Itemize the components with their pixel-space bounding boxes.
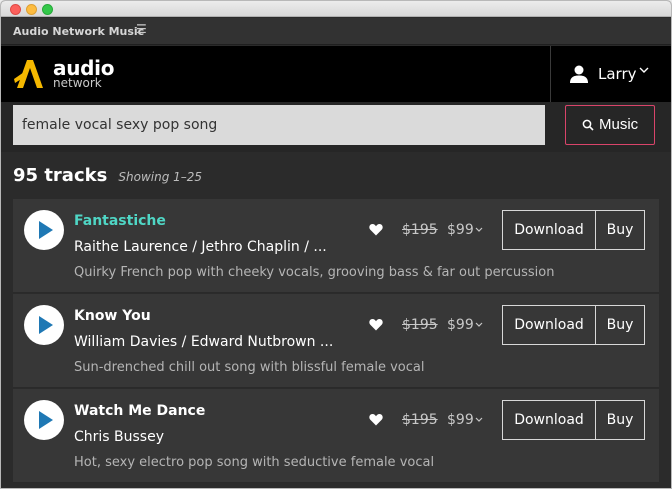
track-row: Fantastiche Raithe Laurence / Jethro Cha… — [13, 199, 659, 293]
track-count: 95 tracks — [13, 165, 108, 186]
minimize-window-button[interactable] — [26, 4, 37, 15]
panel-bar: Audio Network Music ☰ — [1, 18, 671, 45]
download-button[interactable]: Download — [502, 305, 596, 345]
play-button[interactable] — [24, 210, 64, 250]
heart-icon[interactable] — [369, 223, 383, 236]
price-discounted[interactable]: $99 — [447, 222, 474, 238]
user-menu[interactable]: Larry — [550, 46, 671, 102]
play-button[interactable] — [24, 400, 64, 440]
hamburger-icon[interactable]: ☰ — [136, 22, 147, 36]
track-title[interactable]: Fantastiche — [74, 213, 166, 229]
chevron-down-icon[interactable] — [475, 416, 483, 424]
play-button[interactable] — [24, 305, 64, 345]
track-description: Sun-drenched chill out song with blissfu… — [74, 360, 425, 375]
track-title[interactable]: Know You — [74, 308, 151, 324]
play-icon — [39, 316, 53, 334]
track-artists[interactable]: Raithe Laurence / Jethro Chaplin / ... — [74, 239, 327, 255]
results-header: 95 tracks Showing 1–25 — [13, 165, 202, 186]
track-title[interactable]: Watch Me Dance — [74, 403, 205, 419]
track-artists[interactable]: William Davies / Edward Nutbrown ... — [74, 334, 333, 350]
music-button-label: Music — [599, 116, 639, 133]
search-icon — [582, 119, 594, 131]
track-description: Hot, sexy electro pop song with seductiv… — [74, 455, 435, 470]
logo-network-text: network — [53, 76, 102, 90]
price-original: $195 — [402, 317, 438, 333]
track-description: Quirky French pop with cheeky vocals, gr… — [74, 265, 555, 280]
track-list: Fantastiche Raithe Laurence / Jethro Cha… — [13, 199, 659, 488]
search-row: Music — [1, 102, 671, 152]
buy-button[interactable]: Buy — [595, 210, 645, 250]
download-button[interactable]: Download — [502, 400, 596, 440]
download-button[interactable]: Download — [502, 210, 596, 250]
price-original: $195 — [402, 412, 438, 428]
close-window-button[interactable] — [10, 4, 21, 15]
price-discounted[interactable]: $99 — [447, 412, 474, 428]
chevron-down-icon[interactable] — [475, 226, 483, 234]
heart-icon[interactable] — [369, 318, 383, 331]
price-discounted[interactable]: $99 — [447, 317, 474, 333]
zoom-window-button[interactable] — [42, 4, 53, 15]
site-header: audio network Larry — [1, 46, 671, 102]
chevron-down-icon[interactable] — [475, 321, 483, 329]
play-icon — [39, 411, 53, 429]
price-original: $195 — [402, 222, 438, 238]
panel-title: Audio Network Music — [13, 25, 145, 38]
track-row: Watch Me Dance Chris Bussey Hot, sexy el… — [13, 389, 659, 483]
audio-network-logo-icon[interactable] — [13, 56, 49, 92]
person-icon — [570, 65, 588, 83]
music-search-button[interactable]: Music — [565, 105, 655, 145]
buy-button[interactable]: Buy — [595, 305, 645, 345]
title-bar — [1, 1, 671, 17]
showing-range: Showing 1–25 — [118, 170, 203, 184]
app-window: Audio Network Music ☰ audio network Larr… — [0, 0, 672, 489]
play-icon — [39, 221, 53, 239]
user-name: Larry — [598, 65, 637, 83]
heart-icon[interactable] — [369, 413, 383, 426]
buy-button[interactable]: Buy — [595, 400, 645, 440]
track-artists[interactable]: Chris Bussey — [74, 429, 164, 445]
search-input[interactable] — [13, 105, 545, 145]
track-row: Know You William Davies / Edward Nutbrow… — [13, 294, 659, 388]
chevron-down-icon — [639, 67, 649, 73]
